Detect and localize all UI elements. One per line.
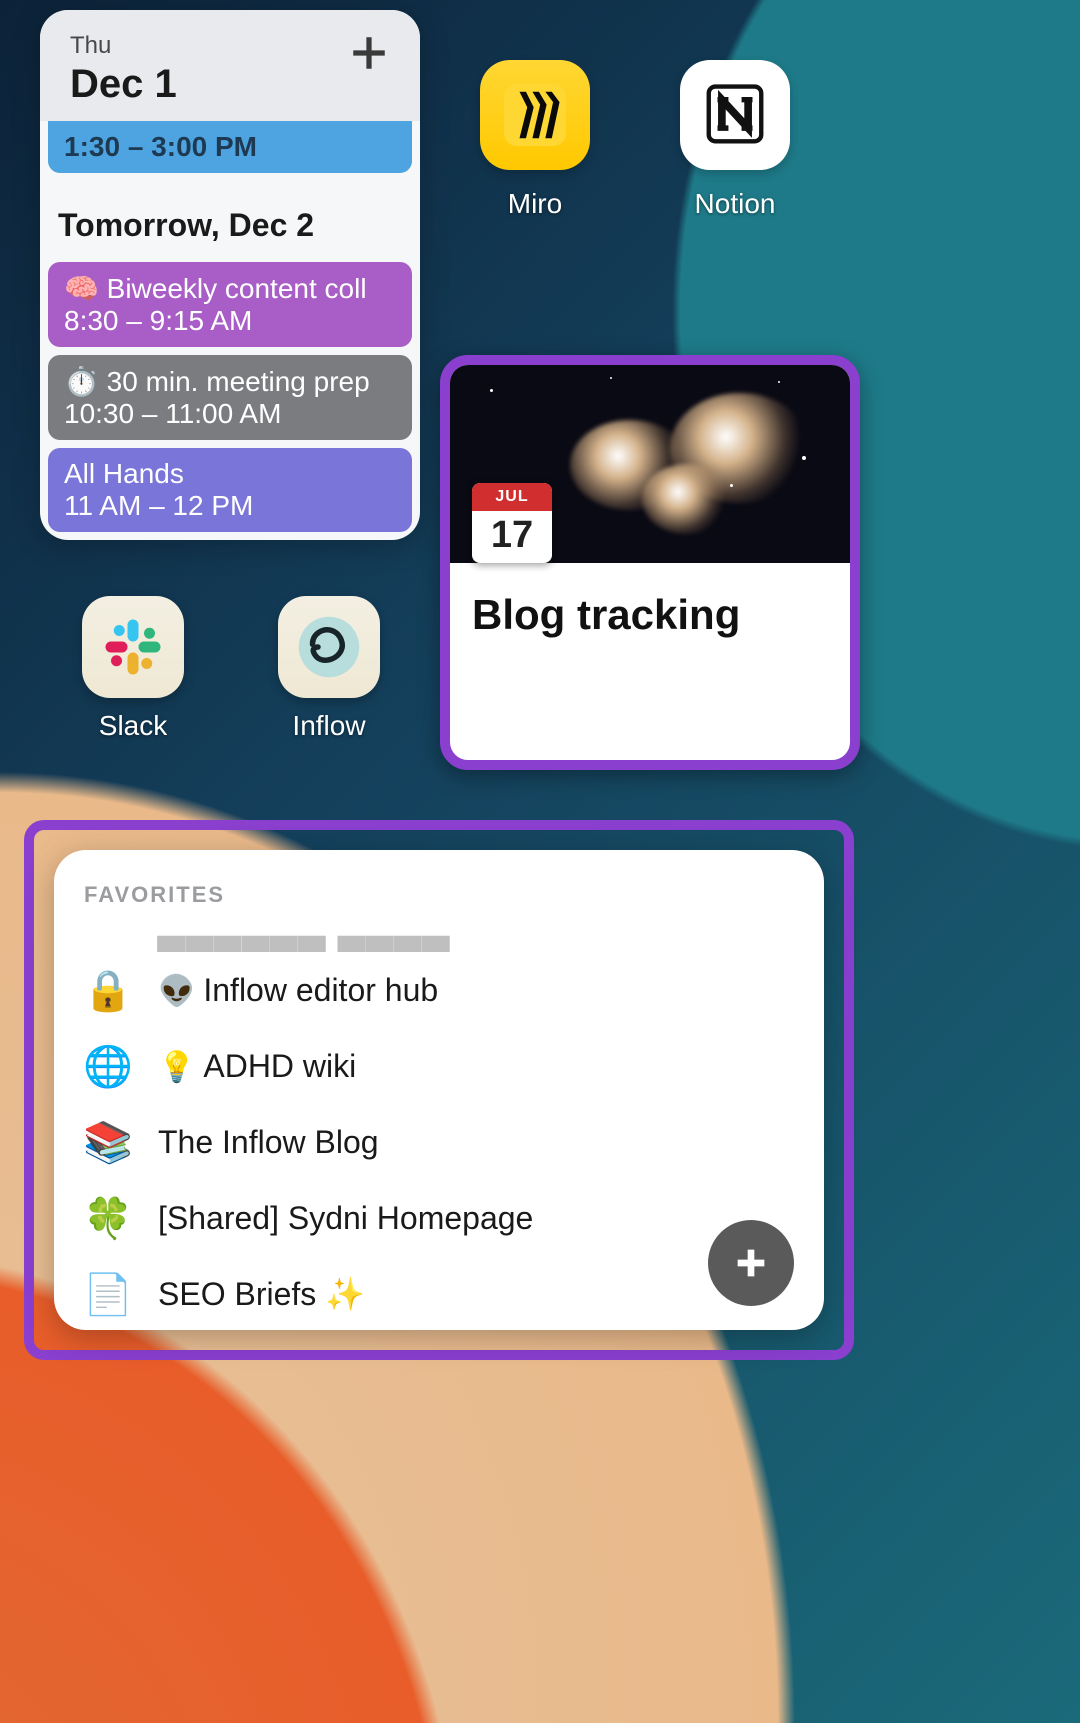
- app-label-inflow: Inflow: [229, 710, 429, 742]
- favorites-item[interactable]: 📄 SEO Briefs ✨: [84, 1256, 794, 1330]
- app-label-slack: Slack: [33, 710, 233, 742]
- lock-icon: 🔒: [84, 966, 132, 1014]
- calendar-event[interactable]: All Hands 11 AM – 12 PM: [48, 448, 412, 532]
- event-time: 11 AM – 12 PM: [64, 490, 396, 522]
- calendar-icon-day: 17: [472, 511, 552, 559]
- blog-tracking-widget[interactable]: JUL 17 Blog tracking: [440, 355, 860, 770]
- alien-icon: 👽: [158, 975, 195, 1008]
- favorites-item-label: The Inflow Blog: [158, 1124, 379, 1161]
- app-label-notion: Notion: [635, 188, 835, 220]
- calendar-widget[interactable]: Thu Dec 1 1:30 – 3:00 PM Tomorrow, Dec 2…: [40, 10, 420, 540]
- event-title: All Hands: [64, 458, 396, 490]
- add-event-button[interactable]: [348, 32, 390, 79]
- calendar-weekday: Thu: [70, 32, 177, 60]
- clover-icon: 🍀: [84, 1194, 132, 1242]
- event-title: ⏱️ 30 min. meeting prep: [64, 365, 396, 398]
- globe-icon: 🌐: [84, 1042, 132, 1090]
- app-label-miro: Miro: [435, 188, 635, 220]
- plus-icon: [731, 1243, 771, 1283]
- favorites-item-label: 👽Inflow editor hub: [158, 972, 438, 1009]
- slack-icon: [100, 614, 166, 680]
- favorites-item[interactable]: 🍀 [Shared] Sydni Homepage: [84, 1180, 794, 1256]
- calendar-icon: JUL 17: [472, 483, 552, 563]
- event-time: 10:30 – 11:00 AM: [64, 398, 396, 430]
- calendar-icon-month: JUL: [472, 483, 552, 511]
- event-time: 8:30 – 9:15 AM: [64, 305, 396, 337]
- calendar-tomorrow-header: Tomorrow, Dec 2: [40, 181, 420, 262]
- favorites-item[interactable]: 🌐 💡ADHD wiki: [84, 1028, 794, 1104]
- app-miro[interactable]: [480, 60, 590, 170]
- calendar-date: Dec 1: [70, 62, 177, 107]
- favorites-item-label: 💡ADHD wiki: [158, 1048, 356, 1085]
- bulb-icon: 💡: [158, 1051, 195, 1084]
- add-favorite-button[interactable]: [708, 1220, 794, 1306]
- favorites-item-cutoff: ▃▃▃▃▃▃ ▃▃▃▃: [158, 912, 794, 952]
- inflow-icon: [296, 614, 362, 680]
- favorites-section-title: FAVORITES: [84, 882, 794, 908]
- favorites-widget-frame: FAVORITES ▃▃▃▃▃▃ ▃▃▃▃ 🔒 👽Inflow editor h…: [24, 820, 854, 1360]
- favorites-item-label: SEO Briefs ✨: [158, 1275, 365, 1313]
- favorites-item[interactable]: 📚 The Inflow Blog: [84, 1104, 794, 1180]
- books-icon: 📚: [84, 1118, 132, 1166]
- event-time: 1:30 – 3:00 PM: [64, 131, 396, 163]
- calendar-event[interactable]: ⏱️ 30 min. meeting prep 10:30 – 11:00 AM: [48, 355, 412, 440]
- calendar-event[interactable]: 🧠 Biweekly content coll 8:30 – 9:15 AM: [48, 262, 412, 347]
- favorites-item-label: [Shared] Sydni Homepage: [158, 1200, 533, 1237]
- notion-icon: [700, 80, 770, 150]
- app-slack[interactable]: [82, 596, 184, 698]
- miro-icon: [504, 84, 566, 146]
- event-title: 🧠 Biweekly content coll: [64, 272, 396, 305]
- app-inflow[interactable]: [278, 596, 380, 698]
- blog-widget-title: Blog tracking: [472, 591, 828, 639]
- favorites-widget[interactable]: FAVORITES ▃▃▃▃▃▃ ▃▃▃▃ 🔒 👽Inflow editor h…: [54, 850, 824, 1330]
- app-notion[interactable]: [680, 60, 790, 170]
- document-icon: 📄: [84, 1270, 132, 1318]
- calendar-event-partial[interactable]: 1:30 – 3:00 PM: [48, 121, 412, 173]
- favorites-item[interactable]: 🔒 👽Inflow editor hub: [84, 952, 794, 1028]
